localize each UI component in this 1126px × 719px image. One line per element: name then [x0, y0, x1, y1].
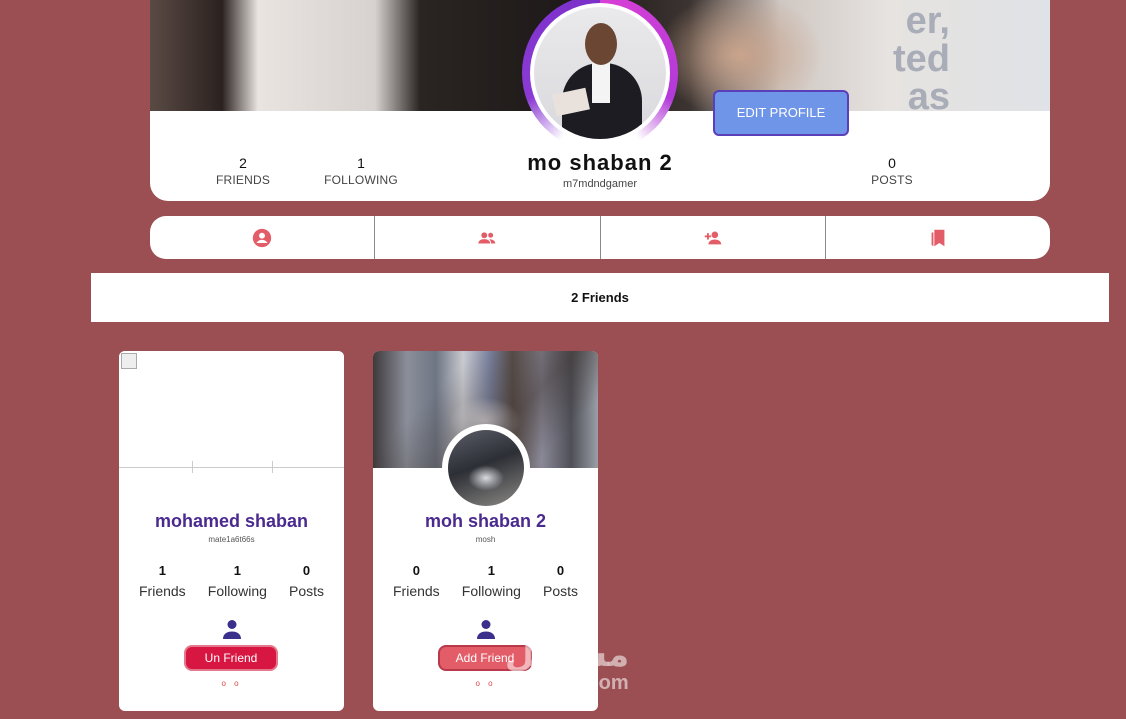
avatar-frame — [530, 3, 670, 143]
tab-friends[interactable] — [375, 216, 601, 259]
broken-image-icon — [121, 353, 137, 369]
friend-stat-value: 0 — [302, 563, 311, 578]
bookmarks-icon — [931, 229, 945, 246]
friend-stat-value: 1 — [233, 563, 241, 578]
friend-avatar[interactable] — [190, 426, 274, 510]
friend-stat-label: Friends — [393, 583, 440, 599]
tab-about[interactable] — [150, 216, 376, 259]
friend-avatar-photo — [448, 430, 524, 506]
stat-posts-value: 0 — [888, 155, 896, 171]
card-pagination-dots[interactable]: o o — [373, 679, 598, 688]
avatar-figure-head — [585, 23, 617, 65]
avatar-photo — [534, 7, 666, 139]
edit-profile-button[interactable]: EDIT PROFILE — [713, 90, 849, 136]
friend-stat-posts: 0 Posts — [289, 563, 324, 599]
stat-friends[interactable]: 2 FRIENDS — [198, 155, 288, 187]
friend-stat-posts: 0 Posts — [543, 563, 578, 599]
person-icon — [477, 620, 495, 639]
friend-card[interactable]: mohamed shaban mate1a6t66s 1 Friends 1 F… — [119, 351, 344, 711]
profile-handle: m7mdndgamer — [563, 178, 637, 190]
friend-stat-value: 1 — [487, 563, 495, 578]
account-circle-icon — [252, 228, 272, 247]
stat-following-value: 1 — [357, 155, 365, 171]
friend-name[interactable]: mohamed shaban — [119, 511, 344, 532]
friend-stat-friends: 1 Friends — [139, 563, 186, 599]
card-pagination-dots[interactable]: o o — [119, 679, 344, 688]
friend-stat-friends: 0 Friends — [393, 563, 440, 599]
friend-stats: 1 Friends 1 Following 0 Posts — [139, 563, 324, 599]
friend-stat-label: Friends — [139, 583, 186, 599]
friend-stat-value: 1 — [158, 563, 166, 578]
friend-stat-following: 1 Following — [462, 563, 521, 599]
profile-tab-bar — [150, 216, 1050, 259]
person-icon — [223, 620, 241, 639]
friend-card[interactable]: moh shaban 2 mosh 0 Friends 1 Following … — [373, 351, 598, 711]
unfriend-button[interactable]: Un Friend — [186, 647, 276, 669]
friend-stat-label: Following — [461, 583, 521, 599]
tab-add-friend[interactable] — [601, 216, 826, 259]
profile-name: mo shaban 2 — [527, 150, 673, 175]
friend-handle: mate1a6t66s — [208, 535, 255, 544]
friend-handle: mosh — [475, 535, 496, 544]
friends-count-header: 2 Friends — [91, 273, 1109, 322]
friend-stat-label: Following — [207, 583, 267, 599]
profile-header-card: er, ted as EDIT PROFILE 2 FRIENDS 1 FOLLOW… — [150, 0, 1050, 201]
friend-stat-value: 0 — [412, 563, 420, 578]
stat-friends-label: FRIENDS — [215, 173, 271, 187]
stat-posts[interactable]: 0 POSTS — [847, 155, 937, 187]
friend-avatar[interactable] — [444, 426, 528, 510]
tab-saved[interactable] — [826, 216, 1050, 259]
person-add-icon — [704, 230, 721, 244]
avatar-figure-shirt — [592, 63, 610, 103]
stat-following[interactable]: 1 FOLLOWING — [316, 155, 406, 187]
add-friend-button[interactable]: Add Friend — [440, 647, 530, 669]
friend-stat-label: Posts — [542, 583, 578, 599]
friend-stats: 0 Friends 1 Following 0 Posts — [393, 563, 578, 599]
profile-avatar[interactable] — [522, 0, 678, 151]
stat-posts-label: POSTS — [871, 173, 913, 187]
friend-stat-following: 1 Following — [208, 563, 267, 599]
stat-friends-value: 2 — [239, 155, 247, 171]
group-icon — [478, 231, 496, 243]
friend-name[interactable]: moh shaban 2 — [373, 511, 598, 532]
cover-photo-background-lettering: er, ted as — [893, 0, 950, 111]
stat-following-label: FOLLOWING — [324, 173, 398, 187]
friend-stat-label: Posts — [288, 583, 324, 599]
friend-stat-value: 0 — [556, 563, 565, 578]
